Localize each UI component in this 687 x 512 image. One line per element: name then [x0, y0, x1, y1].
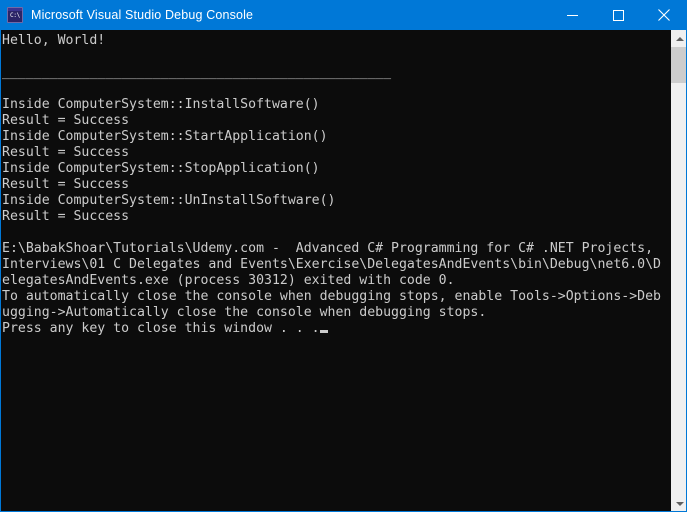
console-window: C:\ Microsoft Visual Studio Debug Consol…: [0, 0, 687, 512]
close-icon: [658, 9, 670, 21]
console-line: Result = Success: [2, 145, 130, 160]
chevron-down-icon: [675, 501, 684, 506]
console-line: ________________________________________…: [2, 65, 392, 80]
console-line: Hello, World!: [2, 33, 106, 48]
minimize-icon: [566, 14, 578, 16]
scroll-down-button[interactable]: [671, 495, 687, 512]
console-line: Result = Success: [2, 177, 130, 192]
maximize-button[interactable]: [595, 0, 641, 30]
console-line: ugging->Automatically close the console …: [2, 305, 487, 320]
console-body: Hello, World! ___________________________…: [0, 30, 687, 512]
scrollbar-track[interactable]: [671, 47, 687, 495]
console-line: Result = Success: [2, 209, 130, 224]
console-line: elegatesAndEvents.exe (process 30312) ex…: [2, 273, 455, 288]
chevron-up-icon: [675, 36, 684, 41]
console-line: Inside ComputerSystem::StartApplication(…: [2, 129, 328, 144]
vertical-scrollbar[interactable]: [670, 30, 687, 512]
console-output[interactable]: Hello, World! ___________________________…: [0, 30, 670, 512]
console-line: Inside ComputerSystem::UnInstallSoftware…: [2, 193, 336, 208]
icon-prompt-text: C:\: [10, 12, 20, 19]
window-title: Microsoft Visual Studio Debug Console: [31, 8, 254, 22]
maximize-icon: [612, 9, 624, 21]
window-controls: [549, 0, 687, 30]
console-line: E:\BabakShoar\Tutorials\Udemy.com - Adva…: [2, 241, 654, 256]
scroll-up-button[interactable]: [671, 30, 687, 47]
console-line: To automatically close the console when …: [2, 289, 661, 304]
console-window-icon[interactable]: C:\: [7, 7, 23, 23]
console-line: Inside ComputerSystem::StopApplication(): [2, 161, 320, 176]
icon-titlebar-strip: [8, 8, 22, 11]
scrollbar-thumb[interactable]: [671, 47, 687, 83]
console-line: Inside ComputerSystem::InstallSoftware(): [2, 97, 320, 112]
title-bar[interactable]: C:\ Microsoft Visual Studio Debug Consol…: [0, 0, 687, 30]
console-line: Interviews\01 C Delegates and Events\Exe…: [2, 257, 661, 272]
console-line: Result = Success: [2, 113, 130, 128]
minimize-button[interactable]: [549, 0, 595, 30]
console-line: Press any key to close this window . . .: [2, 321, 670, 337]
text-cursor: [319, 330, 328, 333]
close-button[interactable]: [641, 0, 687, 30]
